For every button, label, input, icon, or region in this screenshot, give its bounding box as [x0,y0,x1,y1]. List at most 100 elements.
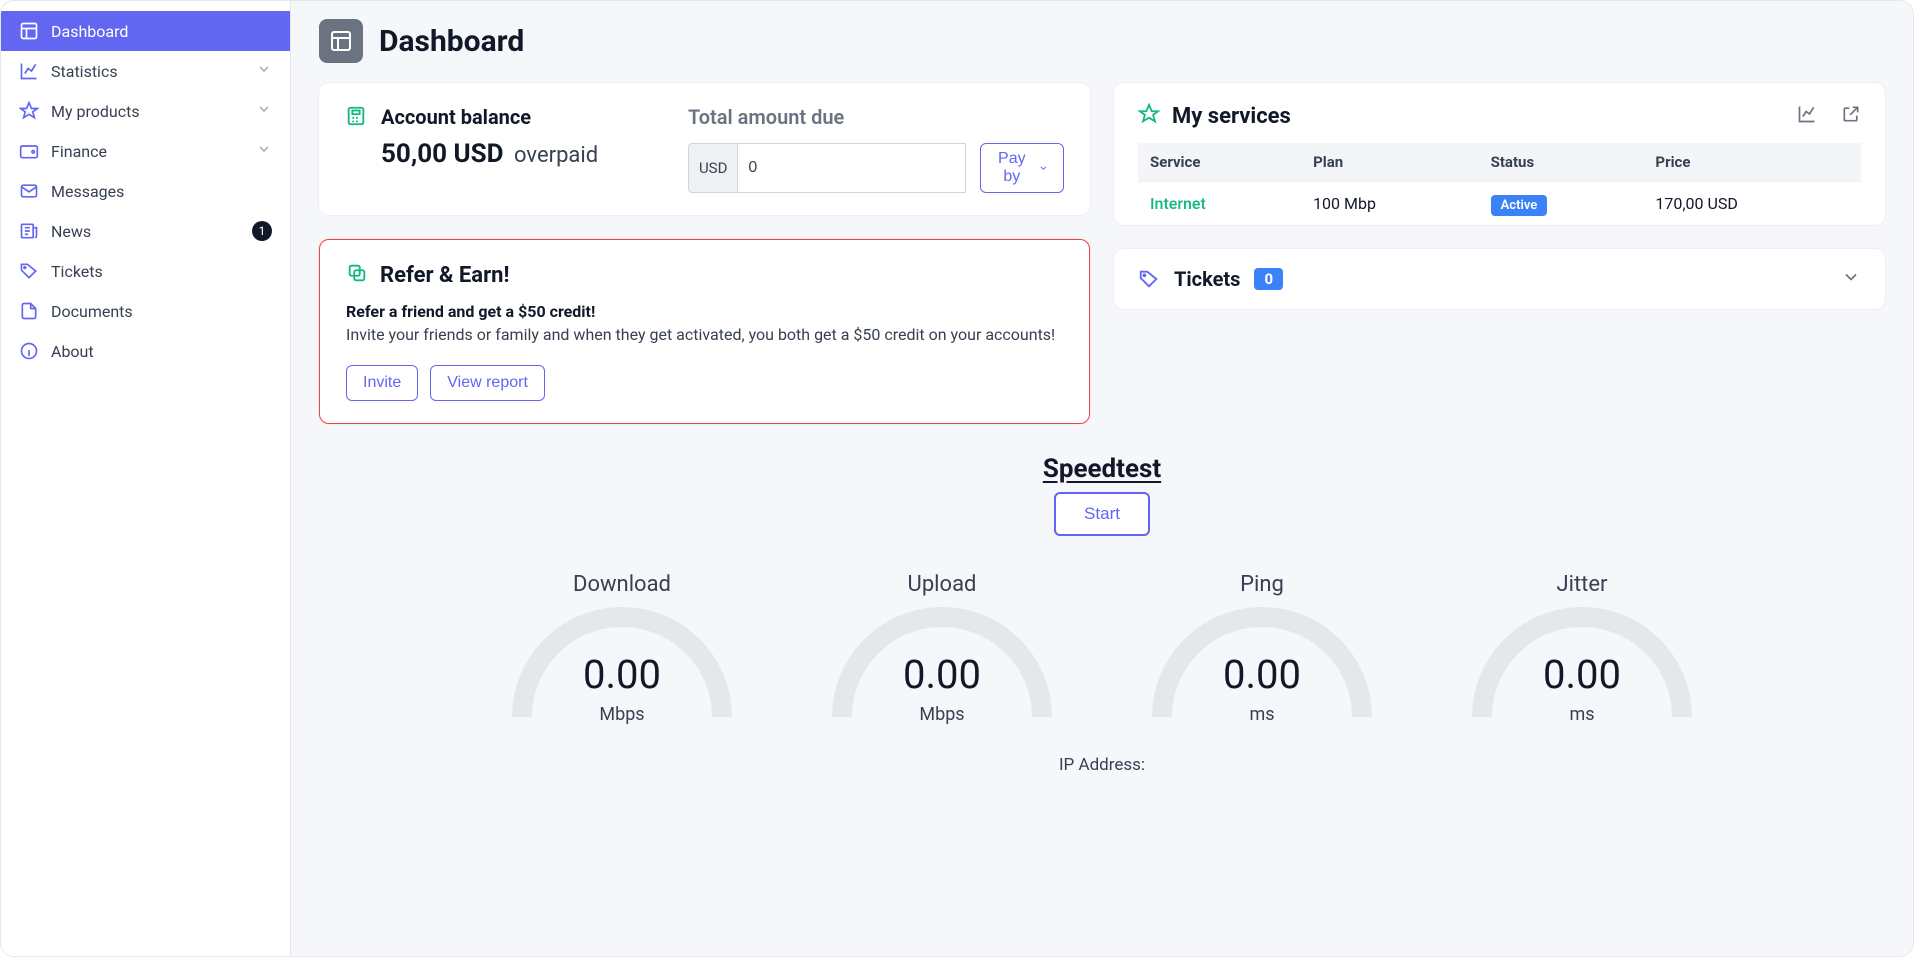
star-icon [19,101,39,121]
sidebar-item-documents[interactable]: Documents [1,291,290,331]
star-icon [1138,103,1160,129]
balance-left: Account balance 50,00 USD overpaid [345,105,668,193]
sidebar-item-finance[interactable]: Finance [1,131,290,171]
gauge-label: Jitter [1452,572,1712,597]
refer-headline: Refer a friend and get a $50 credit! [346,302,1063,321]
amount-input[interactable] [737,143,966,193]
gauge-label: Ping [1132,572,1392,597]
copy-icon [346,262,368,288]
sidebar-item-products[interactable]: My products [1,91,290,131]
page-title: Dashboard [379,24,524,59]
sidebar-item-label: Dashboard [51,22,128,41]
tag-icon [1138,268,1160,290]
col-price: Price [1643,143,1861,182]
service-plan: 100 Mbp [1301,182,1479,226]
service-link[interactable]: Internet [1150,194,1206,213]
info-icon [19,341,39,361]
chevron-down-icon [1841,267,1861,291]
sidebar-item-label: Documents [51,302,133,321]
ip-address-label: IP Address: [319,755,1885,775]
gauge-label: Upload [812,572,1072,597]
balance-right: Total amount due USD Pay by [688,105,1064,193]
speedtest-start-button[interactable]: Start [1054,492,1150,536]
refer-title: Refer & Earn! [380,263,509,288]
col-status: Status [1479,143,1644,182]
sidebar-item-statistics[interactable]: Statistics [1,51,290,91]
sidebar-item-about[interactable]: About [1,331,290,371]
gauge-row: Download 0.00 Mbps Upload 0.00 Mbps Ping… [319,572,1885,725]
sidebar-item-label: About [51,342,94,361]
external-link-icon[interactable] [1841,104,1861,128]
news-icon [19,221,39,241]
refer-head: Refer & Earn! [346,262,1063,288]
status-badge: Active [1491,195,1548,216]
sidebar-item-label: Tickets [51,262,103,281]
view-report-button[interactable]: View report [430,365,545,401]
left-column: Account balance 50,00 USD overpaid Total… [319,83,1090,424]
chevron-down-icon [1038,160,1049,176]
gauge-ping: Ping 0.00 ms [1132,572,1392,725]
col-plan: Plan [1301,143,1479,182]
balance-amount-value: 50,00 USD [381,139,504,169]
refer-card: Refer & Earn! Refer a friend and get a $… [319,239,1090,424]
chart-toggle-icon[interactable] [1797,104,1817,128]
gauge-arc [832,607,1052,717]
service-price: 170,00 USD [1643,182,1861,226]
sidebar-item-news[interactable]: News 1 [1,211,290,251]
table-row[interactable]: Internet 100 Mbp Active 170,00 USD [1138,182,1861,226]
services-head: My services [1138,103,1861,129]
chevron-down-icon [256,101,272,121]
sidebar-item-messages[interactable]: Messages [1,171,290,211]
sidebar-item-dashboard[interactable]: Dashboard [1,11,290,51]
sidebar-item-label: Messages [51,182,124,201]
page-title-icon [319,19,363,63]
app-root: Dashboard Statistics My products Fina [0,0,1914,957]
sidebar-item-label: News [51,222,91,241]
balance-icon [345,105,367,193]
main-content: Dashboard Account balance 50,00 USD ov [291,1,1913,956]
pay-by-label: Pay by [995,150,1028,186]
tickets-card[interactable]: Tickets 0 [1114,249,1885,309]
tag-icon [19,261,39,281]
pay-row: USD Pay by [688,143,1064,193]
gauge-arc [512,607,732,717]
top-grid: Account balance 50,00 USD overpaid Total… [319,83,1885,424]
gauge-download: Download 0.00 Mbps [492,572,752,725]
right-column: My services Service Plan [1114,83,1885,309]
balance-amount: 50,00 USD overpaid [381,139,598,169]
sidebar: Dashboard Statistics My products Fina [1,1,291,956]
news-badge: 1 [252,221,272,241]
services-title: My services [1172,104,1785,129]
gauge-upload: Upload 0.00 Mbps [812,572,1072,725]
mail-icon [19,181,39,201]
gauge-jitter: Jitter 0.00 ms [1452,572,1712,725]
tickets-title: Tickets [1174,267,1240,291]
gauge-label: Download [492,572,752,597]
tickets-count: 0 [1254,268,1283,290]
gauge-arc [1472,607,1692,717]
sidebar-item-label: My products [51,102,140,121]
account-balance-card: Account balance 50,00 USD overpaid Total… [319,83,1090,215]
total-due-title: Total amount due [688,105,1064,129]
pay-by-button[interactable]: Pay by [980,143,1064,193]
col-service: Service [1138,143,1301,182]
sidebar-item-tickets[interactable]: Tickets [1,251,290,291]
invite-button[interactable]: Invite [346,365,418,401]
chevron-down-icon [256,141,272,161]
services-card: My services Service Plan [1114,83,1885,225]
refer-actions: Invite View report [346,365,1063,401]
currency-tag: USD [688,143,737,193]
chevron-down-icon [256,61,272,81]
refer-body: Invite your friends or family and when t… [346,323,1063,347]
chart-icon [19,61,39,81]
page-header: Dashboard [319,19,1885,63]
speedtest-section: Speedtest Start Download 0.00 Mbps Uploa… [319,454,1885,775]
balance-title: Account balance [381,105,598,129]
sidebar-item-label: Finance [51,142,107,161]
speedtest-title: Speedtest [319,454,1885,484]
gauge-arc [1152,607,1372,717]
document-icon [19,301,39,321]
wallet-icon [19,141,39,161]
dashboard-icon [19,21,39,41]
balance-overpaid-label: overpaid [514,143,598,168]
